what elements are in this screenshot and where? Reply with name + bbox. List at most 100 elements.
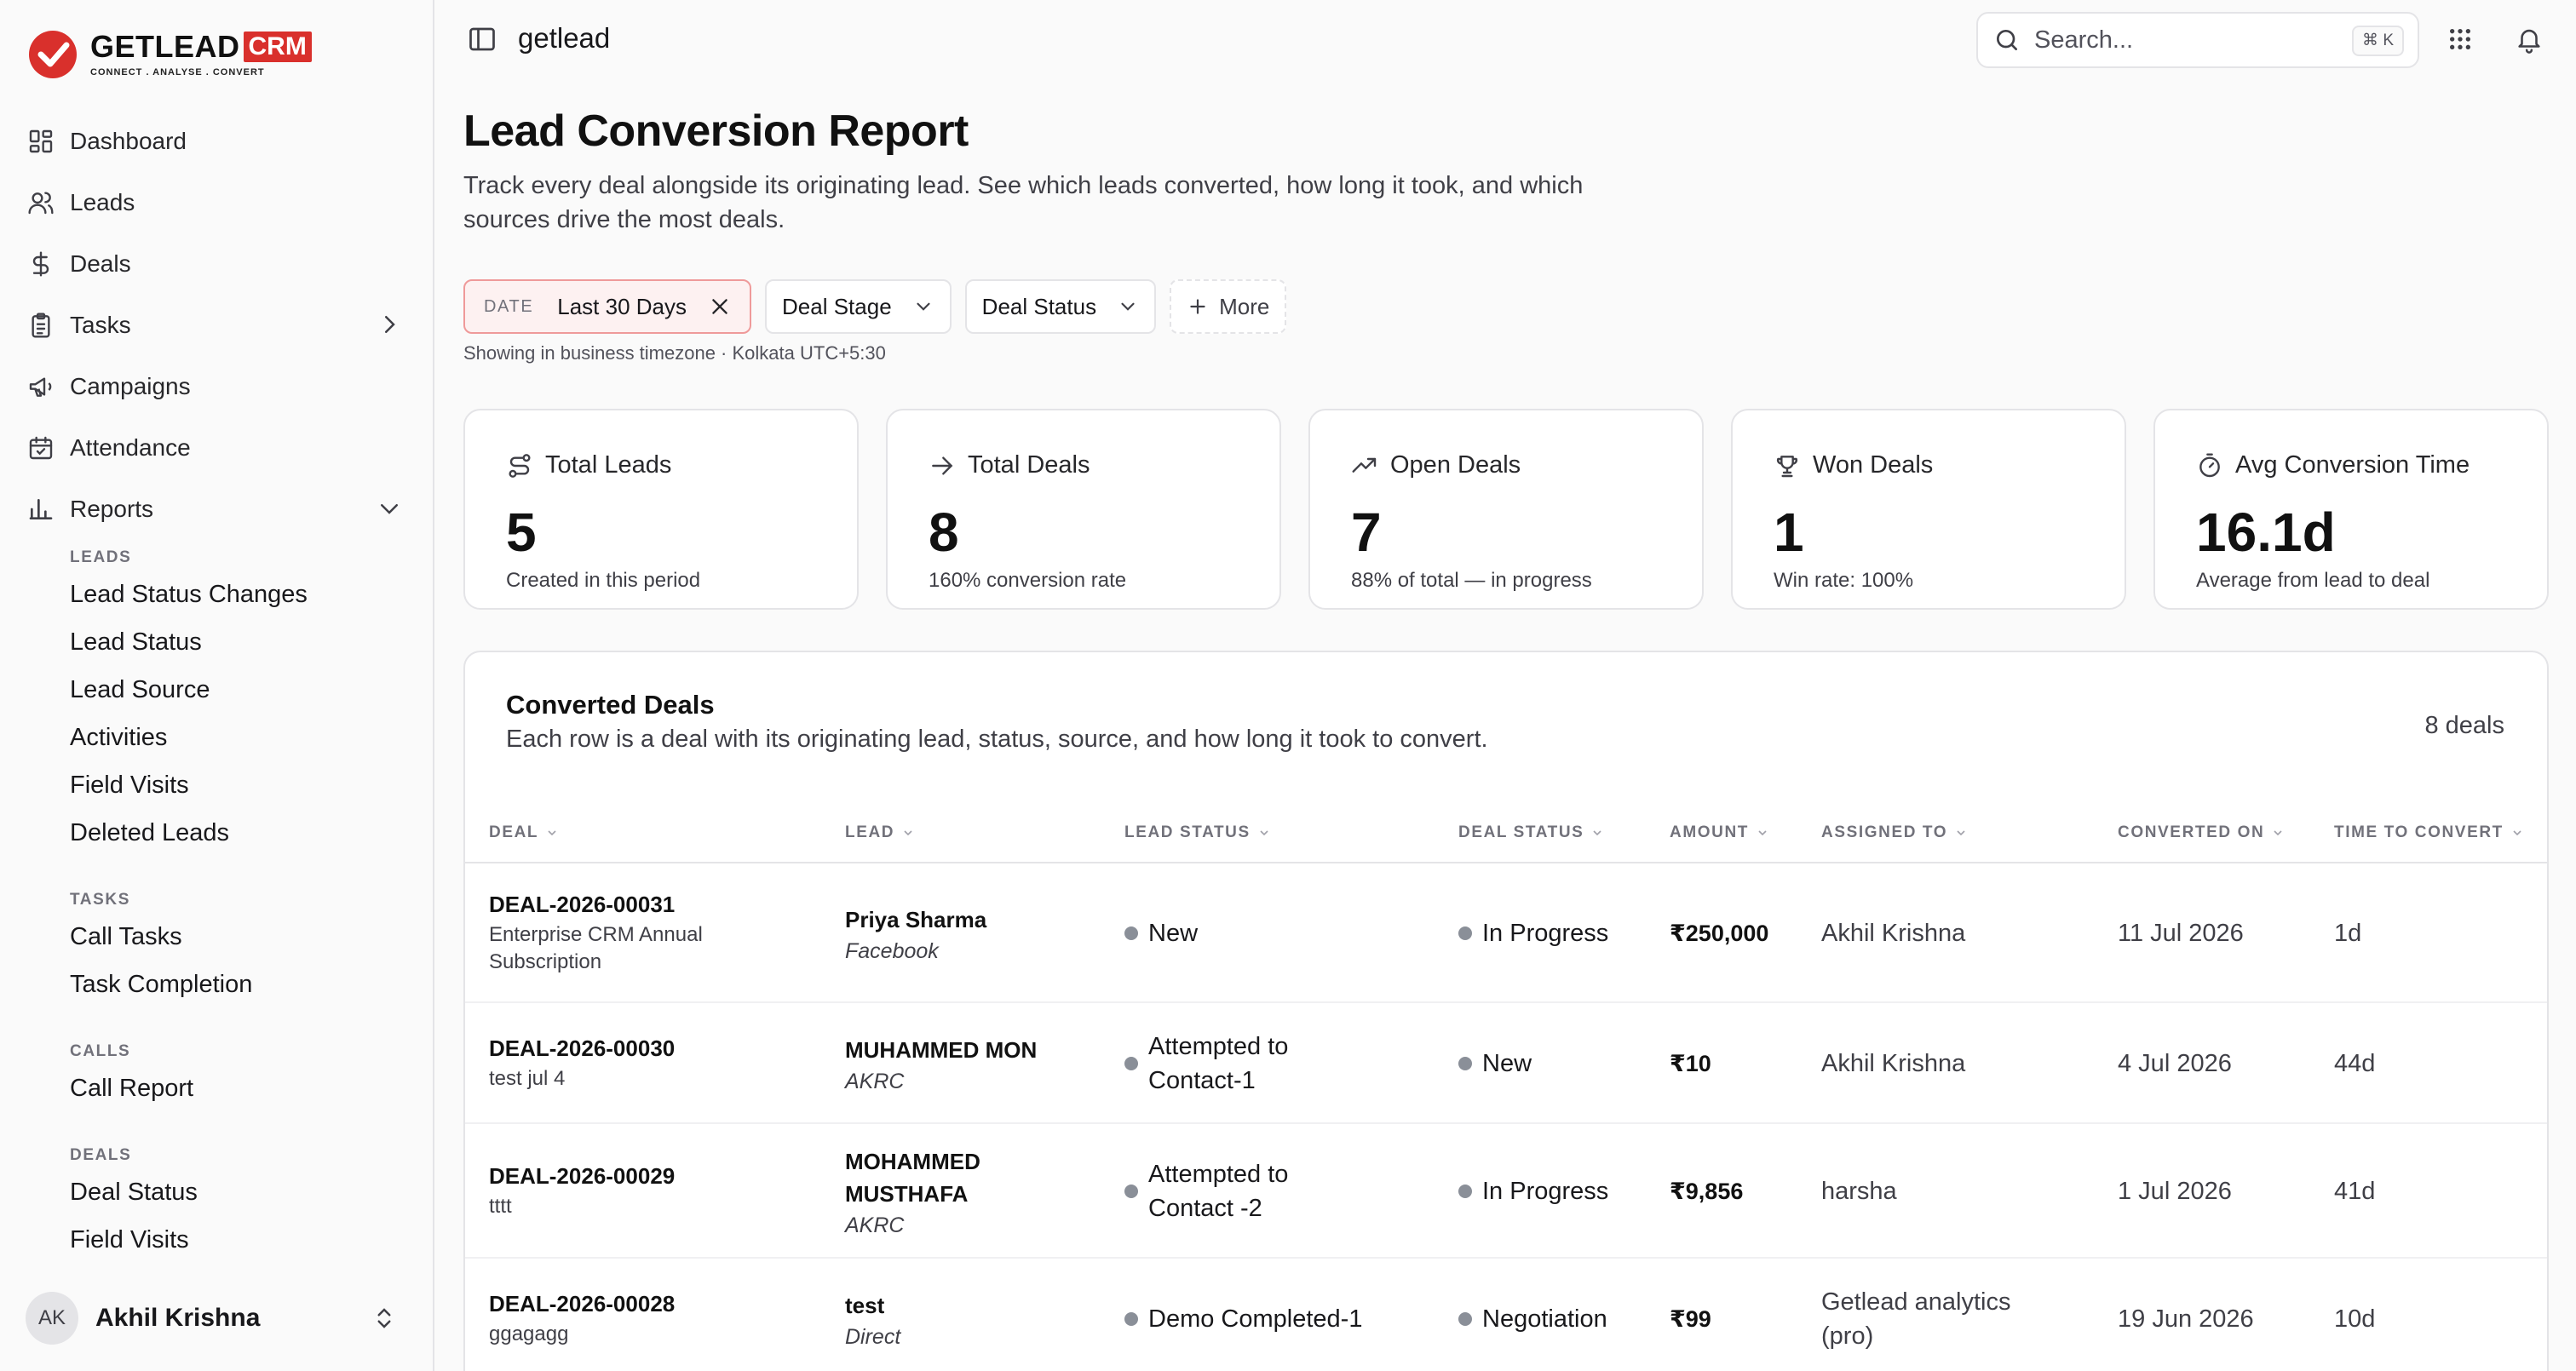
deal-cell: DEAL-2026-00029 tttt — [489, 1126, 813, 1257]
sidebar-item-label: Attendance — [70, 434, 191, 461]
column-header-assigned-to[interactable]: ASSIGNED TO — [1821, 802, 1968, 863]
avatar: AK — [26, 1292, 78, 1345]
sidebar-item-dashboard[interactable]: Dashboard — [0, 111, 434, 172]
sort-chevron-icon — [2513, 830, 2521, 836]
table-title: Converted Deals — [506, 690, 715, 720]
amount-cell: ₹99 — [1670, 1260, 1814, 1371]
apps-grid-icon[interactable] — [2447, 26, 2474, 53]
subnav-call-report[interactable]: Call Report — [70, 1064, 411, 1112]
status-dot — [1124, 1185, 1138, 1198]
assigned-cell: harsha — [1821, 1126, 2077, 1257]
metric-value: 16.1d — [2196, 502, 2336, 563]
sidebar-item-reports[interactable]: Reports — [0, 479, 434, 540]
status-dot — [1124, 1057, 1138, 1070]
column-header-time-to-convert[interactable]: TIME TO CONVERT — [2334, 802, 2524, 863]
lead-name[interactable]: test — [845, 1289, 1101, 1322]
column-header-converted-on[interactable]: CONVERTED ON — [2118, 802, 2285, 863]
sidebar-item-leads[interactable]: Leads — [0, 172, 434, 233]
logo-check-icon — [29, 31, 77, 78]
sidebar-item-campaigns[interactable]: Campaigns — [0, 356, 434, 417]
workspace-name: getlead — [518, 22, 611, 54]
topbar: getlead Search... ⌘ K — [436, 0, 2576, 78]
deal-id[interactable]: DEAL-2026-00031 — [489, 892, 813, 918]
column-header-amount[interactable]: AMOUNT — [1670, 802, 1769, 863]
amount-cell: ₹10 — [1670, 1005, 1814, 1122]
subnav-call-tasks[interactable]: Call Tasks — [70, 913, 411, 961]
sidebar-toggle-icon[interactable] — [467, 24, 497, 54]
table-row[interactable]: DEAL-2026-00030 test jul 4 MUHAMMED MON … — [465, 1005, 2547, 1124]
lead-cell: MOHAMMED MUSTHAFA AKRC — [845, 1126, 1032, 1257]
metric-card-total-deals: Total Deals 8 160% conversion rate — [886, 409, 1281, 610]
deal-status-label: Deal Status — [981, 293, 1097, 319]
subnav-deal-status[interactable]: Deal Status — [70, 1168, 411, 1216]
column-header-deal[interactable]: DEAL — [489, 802, 559, 863]
subnav-lead-status[interactable]: Lead Status — [70, 618, 411, 666]
table-row[interactable]: DEAL-2026-00031 Enterprise CRM Annual Su… — [465, 865, 2547, 1003]
subnav-lead-status-changes[interactable]: Lead Status Changes — [70, 571, 411, 618]
search-input[interactable]: Search... ⌘ K — [1976, 12, 2419, 68]
more-filters-button[interactable]: More — [1170, 279, 1287, 334]
table-row[interactable]: DEAL-2026-00029 tttt MOHAMMED MUSTHAFA A… — [465, 1126, 2547, 1259]
subnav-activities[interactable]: Activities — [70, 714, 411, 761]
user-menu[interactable]: AK Akhil Krishna — [26, 1288, 409, 1349]
column-header-lead[interactable]: LEAD — [845, 802, 915, 863]
time-to-convert-cell: 41d — [2334, 1126, 2504, 1257]
date-filter-key: DATE — [484, 296, 534, 316]
column-header-deal-status[interactable]: DEAL STATUS — [1458, 802, 1604, 863]
search-placeholder: Search... — [2034, 26, 2134, 54]
column-label: AMOUNT — [1670, 823, 1749, 841]
deal-id[interactable]: DEAL-2026-00030 — [489, 1035, 813, 1062]
lead-name[interactable]: Priya Sharma — [845, 903, 1101, 936]
lead-status: Attempted to Contact-1 — [1148, 1033, 1289, 1094]
metric-card-total-leads: Total Leads 5 Created in this period — [463, 409, 859, 610]
sidebar-nav: Dashboard Leads Deals Tasks Campaigns At… — [0, 111, 434, 540]
converted-on-cell: 19 Jun 2026 — [2118, 1260, 2314, 1371]
deal-id[interactable]: DEAL-2026-00028 — [489, 1291, 813, 1317]
deal-id[interactable]: DEAL-2026-00029 — [489, 1163, 813, 1190]
sidebar: GETLEAD CRM CONNECT . ANALYSE . CONVERT … — [0, 0, 434, 1371]
table-row[interactable]: DEAL-2026-00028 ggagagg test Direct Demo… — [465, 1260, 2547, 1371]
sidebar-item-tasks[interactable]: Tasks — [0, 295, 434, 356]
assigned-cell: Akhil Krishna — [1821, 1005, 2077, 1122]
sidebar-item-deals[interactable]: Deals — [0, 233, 434, 295]
close-icon[interactable] — [709, 295, 731, 318]
status-dot — [1458, 1312, 1472, 1326]
metric-card-open-deals: Open Deals 7 88% of total — in progress — [1308, 409, 1704, 610]
lead-source: Direct — [845, 1324, 901, 1349]
subnav-field-visits[interactable]: Field Visits — [70, 761, 411, 809]
chevron-down-icon — [1121, 302, 1135, 311]
sidebar-item-attendance[interactable]: Attendance — [0, 417, 434, 479]
subnav-deleted-leads[interactable]: Deleted Leads — [70, 809, 411, 857]
metric-value: 7 — [1351, 502, 1382, 563]
deal-name: tttt — [489, 1194, 512, 1218]
trending-up-icon — [1352, 457, 1377, 473]
status-dot — [1458, 926, 1472, 940]
deal-name: test jul 4 — [489, 1066, 566, 1090]
subnav-lead-source[interactable]: Lead Source — [70, 666, 411, 714]
sidebar-item-label: Tasks — [70, 312, 131, 338]
sort-chevron-icon — [1957, 830, 1965, 836]
converted-on-cell: 4 Jul 2026 — [2118, 1005, 2314, 1122]
lead-source: AKRC — [845, 1213, 905, 1237]
time-to-convert-cell: 44d — [2334, 1005, 2504, 1122]
lead-status: Attempted to Contact -2 — [1148, 1161, 1289, 1222]
sort-chevron-icon — [1758, 830, 1767, 836]
deal-cell: DEAL-2026-00028 ggagagg — [489, 1260, 813, 1371]
column-header-lead-status[interactable]: LEAD STATUS — [1124, 802, 1271, 863]
lead-name[interactable]: MUHAMMED MON — [845, 1034, 1101, 1066]
subnav-deal-field-visits[interactable]: Field Visits — [70, 1216, 411, 1264]
amount-cell: ₹9,856 — [1670, 1126, 1814, 1257]
subnav-task-completion[interactable]: Task Completion — [70, 961, 411, 1008]
assigned-to: Getlead analytics (pro) — [1821, 1288, 2011, 1350]
deal-stage-filter[interactable]: Deal Stage — [765, 279, 952, 334]
bell-icon[interactable] — [2515, 24, 2544, 54]
deal-status-cell: In Progress — [1458, 865, 1663, 1001]
deal-status-filter[interactable]: Deal Status — [964, 279, 1157, 334]
getlead-logo[interactable]: GETLEAD CRM CONNECT . ANALYSE . CONVERT — [27, 27, 312, 82]
calendar-check-icon — [29, 436, 53, 460]
amount: ₹9,856 — [1670, 1178, 1744, 1204]
column-label: CONVERTED ON — [2118, 823, 2265, 841]
date-filter-chip[interactable]: DATE Last 30 Days — [463, 279, 752, 334]
lead-name[interactable]: MOHAMMED MUSTHAFA — [845, 1145, 1032, 1210]
route-icon — [509, 453, 531, 478]
